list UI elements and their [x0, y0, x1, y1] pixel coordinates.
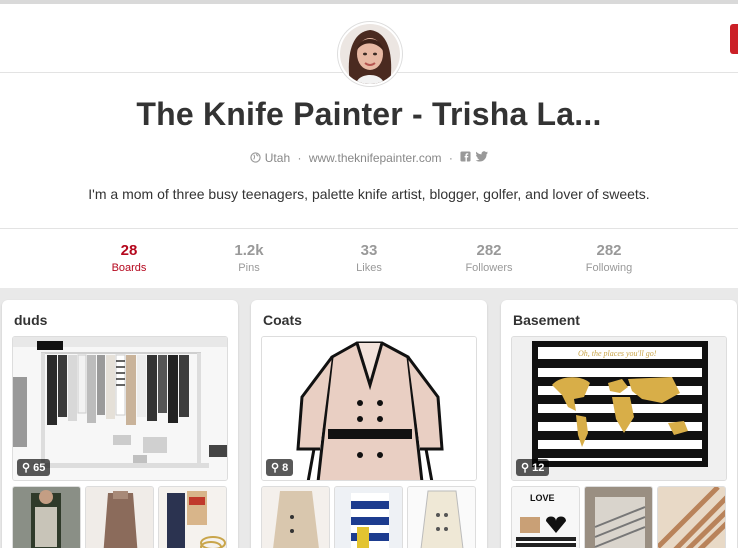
thumbnail-image — [262, 487, 329, 548]
thumbnail-image — [408, 487, 475, 548]
follow-button-edge[interactable] — [730, 24, 738, 54]
board-thumbnail[interactable] — [334, 486, 403, 548]
stat-number: 1.2k — [234, 242, 264, 259]
stat-followers[interactable]: 282 Followers — [429, 242, 549, 274]
board-title: Basement — [513, 312, 580, 328]
thumbnail-image — [335, 487, 402, 548]
pin-count-badge: ⚲ 12 — [516, 459, 550, 476]
facebook-icon[interactable] — [460, 151, 471, 165]
board-thumbnail[interactable] — [85, 486, 154, 548]
stat-label: Boards — [111, 262, 147, 274]
website-link[interactable]: www.theknifepainter.com — [309, 151, 442, 165]
board-thumbnail[interactable] — [12, 486, 81, 548]
stat-number: 282 — [596, 242, 622, 259]
pin-icon: ⚲ — [521, 462, 530, 474]
stat-likes[interactable]: 33 Likes — [309, 242, 429, 274]
board-thumbnail[interactable] — [584, 486, 653, 548]
stat-pins[interactable]: 1.2k Pins — [189, 242, 309, 274]
board-cover-image[interactable]: ⚲ 65 — [12, 336, 228, 481]
thumbnail-image — [585, 487, 652, 548]
twitter-icon[interactable] — [475, 151, 488, 165]
board-thumbnails: LOVE — [511, 486, 727, 548]
meta-separator: · — [297, 150, 302, 165]
board-cover-image[interactable]: ⚲ 8 — [261, 336, 477, 481]
pin-count-badge: ⚲ 65 — [17, 459, 51, 476]
board-title: duds — [14, 312, 48, 328]
thumbnail-image — [86, 487, 153, 548]
profile-name: The Knife Painter - Trisha La... — [136, 96, 602, 132]
board-thumbnail[interactable] — [657, 486, 726, 548]
stat-label: Followers — [465, 262, 513, 274]
stat-label: Pins — [238, 262, 260, 274]
board-thumbnail[interactable]: LOVE — [511, 486, 580, 548]
love-sign-text: LOVE — [530, 493, 555, 503]
board-cover-image[interactable]: Oh, the places you'll go! ⚲ 12 — [511, 336, 727, 481]
location-text: Utah — [264, 150, 291, 165]
profile-header: The Knife Painter - Trisha La... Utah · … — [0, 4, 738, 288]
board-thumbnails — [12, 486, 228, 548]
print-script-text: Oh, the places you'll go! — [578, 349, 657, 358]
profile-stats: 28 Boards 1.2k Pins 33 Likes 282 Followe… — [0, 242, 738, 282]
stat-number: 282 — [476, 242, 502, 259]
stats-divider — [0, 228, 738, 229]
pin-count: 8 — [282, 462, 289, 474]
board-thumbnail[interactable] — [158, 486, 227, 548]
board-title: Coats — [263, 312, 302, 328]
pin-icon: ⚲ — [22, 462, 31, 474]
thumbnail-image — [159, 487, 226, 548]
pin-count-badge: ⚲ 8 — [266, 459, 294, 476]
profile-meta: Utah · www.theknifepainter.com · — [0, 150, 738, 165]
thumbnail-image: LOVE — [512, 487, 579, 548]
pin-icon: ⚲ — [271, 462, 280, 474]
trench-coat-image — [262, 337, 476, 480]
pin-count: 65 — [33, 462, 46, 474]
board-basement[interactable]: Basement Oh, the places you'll go! ⚲ 12 — [501, 300, 737, 548]
stat-label: Following — [585, 262, 633, 274]
board-thumbnail[interactable] — [407, 486, 476, 548]
stat-label: Likes — [356, 262, 382, 274]
avatar[interactable] — [338, 22, 402, 86]
avatar-photo — [340, 24, 400, 84]
profile-bio: I'm a mom of three busy teenagers, palet… — [88, 186, 650, 202]
thumbnail-image — [658, 487, 725, 548]
globe-icon — [250, 151, 264, 165]
pin-count: 12 — [532, 462, 545, 474]
stat-number: 33 — [360, 242, 378, 259]
board-thumbnails — [261, 486, 477, 548]
stat-boards[interactable]: 28 Boards — [69, 242, 189, 274]
board-duds[interactable]: duds ⚲ 65 — [2, 300, 238, 548]
meta-separator: · — [448, 150, 453, 165]
thumbnail-image — [13, 487, 80, 548]
board-coats[interactable]: Coats ⚲ 8 — [251, 300, 487, 548]
board-thumbnail[interactable] — [261, 486, 330, 548]
stat-number: 28 — [120, 242, 138, 259]
stat-following[interactable]: 282 Following — [549, 242, 669, 274]
